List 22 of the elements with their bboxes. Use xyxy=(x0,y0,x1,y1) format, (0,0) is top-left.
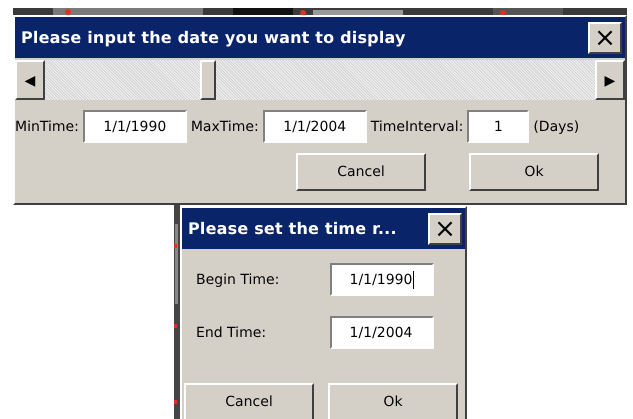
close-button[interactable]: × xyxy=(428,212,462,244)
input-field[interactable]: 1/1/1990 xyxy=(330,263,434,296)
slider-thumb[interactable] xyxy=(200,60,216,100)
field-label: TimeInterval: xyxy=(370,118,464,134)
input-field[interactable]: 1/1/2004 xyxy=(330,316,434,349)
scroll-right-button[interactable]: ▶ xyxy=(595,60,625,100)
cancel-button[interactable]: Cancel xyxy=(296,153,426,191)
unit-label: (Days) xyxy=(533,118,580,134)
field-label: MaxTime: xyxy=(190,118,259,134)
window-title: Please input the date you want to display xyxy=(21,28,406,47)
input-field[interactable]: 1 xyxy=(467,110,530,143)
window-title: Please set the time r... xyxy=(188,219,397,238)
ok-button[interactable]: Ok xyxy=(469,153,599,191)
input-field[interactable]: 1/1/2004 xyxy=(262,110,367,143)
field-label: Begin Time: xyxy=(196,272,280,288)
close-button[interactable]: × xyxy=(588,22,622,54)
scroll-left-button[interactable]: ◀ xyxy=(15,60,45,100)
field-label: End Time: xyxy=(196,324,268,340)
input-field[interactable]: 1/1/1990 xyxy=(82,110,187,143)
field-label: MinTime: xyxy=(15,118,79,134)
cancel-button[interactable]: Cancel xyxy=(184,383,314,419)
ok-button[interactable]: Ok xyxy=(328,383,458,419)
